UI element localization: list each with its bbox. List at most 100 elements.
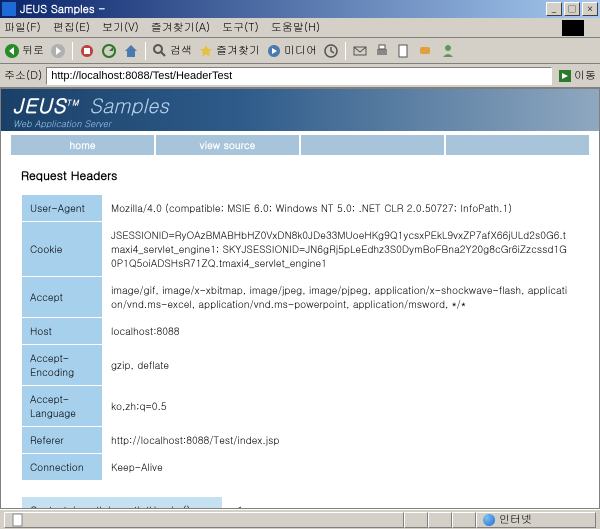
tab-view-source[interactable]: view source <box>156 135 299 155</box>
mail-button[interactable] <box>352 43 368 59</box>
status-cell <box>404 512 428 528</box>
history-button[interactable] <box>323 43 339 59</box>
refresh-icon <box>101 43 117 59</box>
menu-bar: 파일(F) 편집(E) 보기(V) 즐겨찾기(A) 도구(T) 도움말(H) <box>0 18 600 38</box>
media-label: 미디어 <box>284 43 317 58</box>
header-key: Connection <box>22 454 102 480</box>
menu-edit[interactable]: 편집(E) <box>53 20 90 35</box>
request-headers-table: User-AgentMozilla/4.0 (compatible; MSIE … <box>21 194 579 481</box>
print-button[interactable] <box>374 43 390 59</box>
messenger-button[interactable] <box>440 43 456 59</box>
stop-icon <box>79 43 95 59</box>
menu-file[interactable]: 파일(F) <box>4 20 41 35</box>
brand-icon <box>562 20 584 36</box>
globe-icon <box>483 514 495 526</box>
header-key: Accept <box>22 277 102 317</box>
tab-blank-2[interactable] <box>446 135 589 155</box>
header-key: Accept-Language <box>22 386 102 426</box>
tab-strip: home view source <box>1 131 599 157</box>
toolbar: 뒤로 검색 즐겨찾기 미디어 <box>0 38 600 64</box>
browser-viewport: JEUSTM Samples Web Application Server ho… <box>0 88 600 509</box>
status-text <box>4 512 404 528</box>
edit-button[interactable] <box>396 43 412 59</box>
header-value: Mozilla/4.0 (compatible; MSIE 6.0; Windo… <box>103 195 578 221</box>
status-cell <box>428 512 452 528</box>
zone-cell: 인터넷 <box>476 512 596 528</box>
header-key: Referer <box>22 427 102 453</box>
menu-view[interactable]: 보기(V) <box>102 20 139 35</box>
favorites-button[interactable]: 즐겨찾기 <box>198 43 260 59</box>
header-value: gzip, deflate <box>103 345 578 385</box>
tab-blank-1[interactable] <box>301 135 444 155</box>
window-titlebar: JEUS Samples - _ □ × <box>0 0 600 18</box>
menu-favorites[interactable]: 즐겨찾기(A) <box>151 20 210 35</box>
mail-icon <box>352 43 368 59</box>
star-icon <box>198 43 214 59</box>
jeus-logo: JEUSTM <box>13 90 80 119</box>
go-button[interactable]: 이동 <box>558 68 596 83</box>
header-value: ko,zh;q=0.5 <box>103 386 578 426</box>
header-value: localhost:8088 <box>103 318 578 344</box>
table-row: Acceptimage/gif, image/x-xbitmap, image/… <box>22 277 578 317</box>
status-cell <box>452 512 476 528</box>
separator <box>145 42 146 60</box>
forward-button[interactable] <box>50 43 66 59</box>
header-key: Host <box>22 318 102 344</box>
address-bar: 주소(D) 이동 <box>0 64 600 88</box>
history-icon <box>323 43 339 59</box>
header-value: http://localhost:8088/Test/index.jsp <box>103 427 578 453</box>
header-value: JSESSIONID=RyOAzBMABHbHZ0VxDN8k0JDe33MUo… <box>103 222 578 276</box>
home-icon <box>123 43 139 59</box>
edit-icon <box>396 43 412 59</box>
zone-label: 인터넷 <box>499 512 532 527</box>
table-row: CookieJSESSIONID=RyOAzBMABHbHZ0VxDN8k0JD… <box>22 222 578 276</box>
header-value: Keep-Alive <box>103 454 578 480</box>
table-row: Refererhttp://localhost:8088/Test/index.… <box>22 427 578 453</box>
header-value: image/gif, image/x-xbitmap, image/jpeg, … <box>103 277 578 317</box>
print-icon <box>374 43 390 59</box>
search-icon <box>152 43 168 59</box>
favorites-label: 즐겨찾기 <box>216 43 260 58</box>
discuss-button[interactable] <box>418 43 434 59</box>
forward-icon <box>50 43 66 59</box>
ie-icon <box>2 2 16 16</box>
back-label: 뒤로 <box>22 43 44 58</box>
menu-tools[interactable]: 도구(T) <box>222 20 259 35</box>
back-icon <box>4 43 20 59</box>
messenger-icon <box>440 43 456 59</box>
discuss-icon <box>418 43 434 59</box>
extra-value: -1 <box>223 497 578 509</box>
page-heading: Request Headers <box>21 167 579 184</box>
menu-help[interactable]: 도움말(H) <box>271 20 320 35</box>
separator <box>345 42 346 60</box>
table-row: User-AgentMozilla/4.0 (compatible; MSIE … <box>22 195 578 221</box>
table-row: Accept-Languageko,zh;q=0.5 <box>22 386 578 426</box>
header-key: Accept-Encoding <box>22 345 102 385</box>
samples-text: Samples <box>89 90 169 119</box>
media-button[interactable]: 미디어 <box>266 43 317 59</box>
address-input[interactable] <box>46 67 552 85</box>
address-label: 주소(D) <box>4 68 42 83</box>
minimize-button[interactable]: _ <box>546 2 562 16</box>
table-row: ConnectionKeep-Alive <box>22 454 578 480</box>
table-row: Accept-Encodinggzip, deflate <box>22 345 578 385</box>
back-button[interactable]: 뒤로 <box>4 43 44 59</box>
close-button[interactable]: × <box>582 2 598 16</box>
page-banner: JEUSTM Samples Web Application Server <box>1 89 599 131</box>
stop-button[interactable] <box>79 43 95 59</box>
window-title: JEUS Samples - <box>20 2 544 17</box>
separator <box>72 42 73 60</box>
refresh-button[interactable] <box>101 43 117 59</box>
header-key: Cookie <box>22 222 102 276</box>
maximize-button[interactable]: □ <box>564 2 580 16</box>
go-icon <box>558 69 572 83</box>
page-body: Request Headers User-AgentMozilla/4.0 (c… <box>1 157 599 509</box>
page-icon <box>11 513 25 527</box>
table-row: Content-Length by getIntHeader()-1 <box>22 497 578 509</box>
home-button[interactable] <box>123 43 139 59</box>
go-label: 이동 <box>574 68 596 83</box>
extra-headers-table: Content-Length by getIntHeader()-1Date b… <box>21 496 579 509</box>
search-label: 검색 <box>170 43 192 58</box>
search-button[interactable]: 검색 <box>152 43 192 59</box>
tab-home[interactable]: home <box>11 135 154 155</box>
